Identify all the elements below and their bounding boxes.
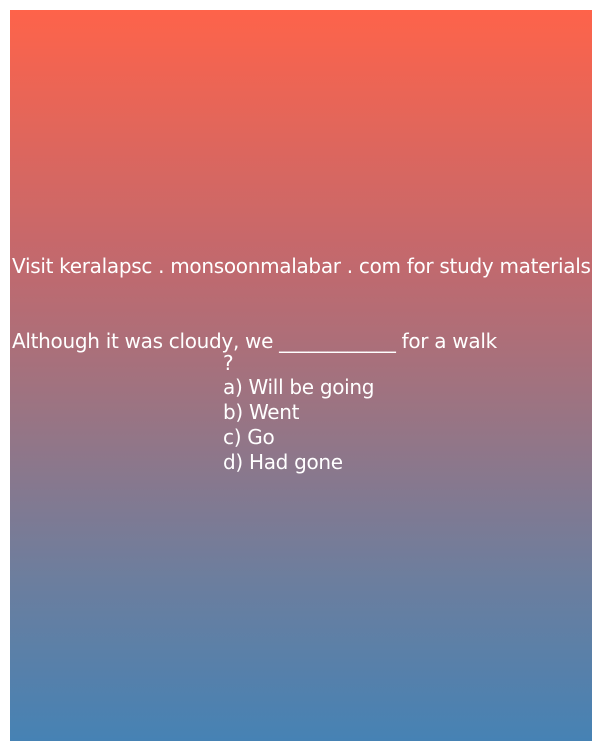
option-b[interactable]: b) Went — [223, 400, 374, 425]
option-d[interactable]: d) Had gone — [223, 450, 374, 475]
question-text: Although it was cloudy, we ____________ … — [12, 329, 590, 375]
option-c[interactable]: c) Go — [223, 425, 374, 450]
promo-text: Visit keralapsc . monsoonmalabar . com f… — [12, 254, 591, 278]
question-line-1: Although it was cloudy, we ____________ … — [12, 329, 497, 353]
options-list: a) Will be going b) Went c) Go d) Had go… — [223, 375, 375, 475]
option-a[interactable]: a) Will be going — [223, 375, 375, 400]
quiz-card: Visit keralapsc . monsoonmalabar . com f… — [10, 10, 592, 741]
question-line-2: ? — [223, 351, 234, 375]
